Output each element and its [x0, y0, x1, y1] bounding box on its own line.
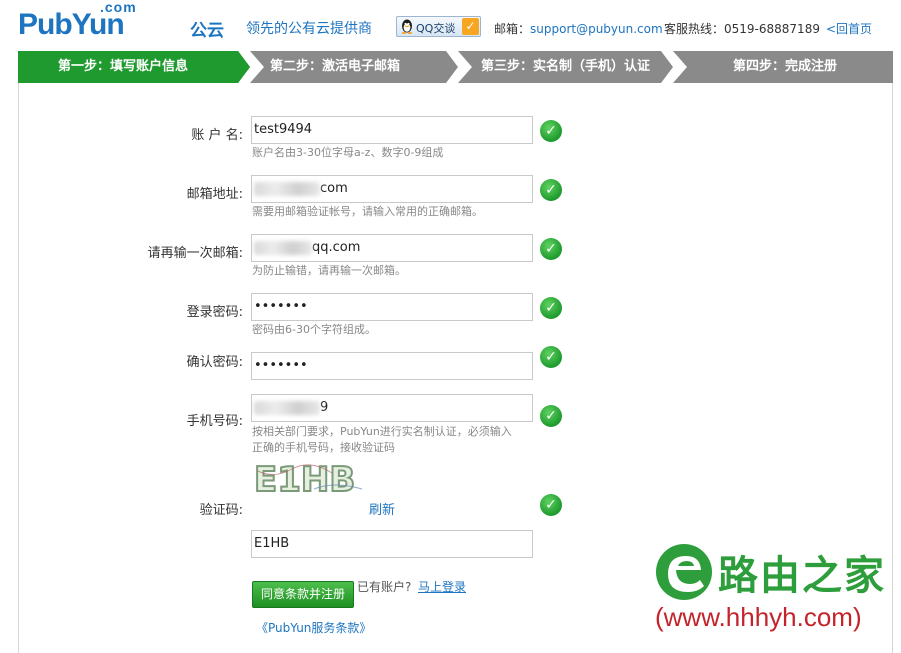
captcha-char: E1HB [254, 460, 355, 497]
phone-input[interactable]: 9 [251, 394, 533, 422]
email-confirm-label: 请再输一次邮箱: [147, 246, 243, 261]
redacted-text [254, 400, 320, 415]
account-label: 账 户 名: [191, 128, 243, 143]
check-circle-icon: ✓ [540, 346, 562, 368]
support-email-link[interactable]: support@pubyun.com [530, 22, 663, 36]
step-3: 第三步：实名制（手机）认证 [481, 59, 651, 74]
email-input[interactable]: com [251, 175, 533, 203]
step-chevron [238, 51, 264, 83]
step-2: 第二步：激活电子邮箱 [270, 59, 401, 74]
logo-chinese: 公云 [190, 21, 224, 41]
password-input[interactable]: ••••••• [251, 293, 533, 321]
step-chevron [446, 51, 472, 83]
qq-penguin-icon [401, 19, 413, 34]
login-link[interactable]: 马上登录 [418, 578, 466, 595]
captcha-refresh-link[interactable]: 刷新 [369, 499, 395, 518]
captcha-image[interactable]: E1HB [254, 459, 366, 497]
qq-chat-label: QQ交谈 [416, 22, 456, 35]
email-hint: 需要用邮箱验证帐号，请输入常用的正确邮箱。 [252, 205, 483, 218]
step-4: 第四步：完成注册 [733, 59, 838, 74]
email-contact: 邮箱：support@pubyun.com [494, 20, 663, 37]
watermark-chinese: 路由之家 [718, 553, 886, 599]
back-home[interactable]: <回首页 [826, 20, 872, 37]
slogan: 领先的公有云提供商 [246, 21, 372, 37]
phone-value-suffix: 9 [320, 400, 329, 415]
registration-steps: 第一步：填写账户信息 第二步：激活电子邮箱 第三步：实名制（手机）认证 第四步：… [18, 51, 893, 83]
phone-hint-line2: 正确的手机号码，接收验证码 [252, 441, 395, 454]
password-hint: 密码由6-30个字符组成。 [252, 323, 376, 336]
step-chevron [661, 51, 687, 83]
captcha-label: 验证码: [199, 503, 243, 518]
agree-register-button[interactable]: 同意条款并注册 [252, 581, 354, 608]
have-account-text: 已有账户? [357, 580, 412, 594]
redacted-text [254, 181, 320, 196]
email-value-suffix: com [320, 181, 348, 196]
check-icon: ✓ [462, 18, 479, 35]
qq-chat-button[interactable]: QQ交谈 ✓ [396, 16, 481, 37]
check-circle-icon: ✓ [540, 494, 562, 516]
check-circle-icon: ✓ [540, 179, 562, 201]
terms-link[interactable]: 《PubYun服务条款》 [256, 619, 371, 636]
back-home-link[interactable]: <回首页 [826, 22, 872, 36]
check-circle-icon: ✓ [540, 405, 562, 427]
watermark-url: (www.hhhyh.com) [655, 602, 862, 632]
logo-text: PubYun [18, 8, 125, 41]
password-confirm-input[interactable]: ••••••• [251, 352, 533, 380]
check-circle-icon: ✓ [540, 120, 562, 142]
hotline-label: 客服热线： [664, 22, 725, 36]
email-label: 邮箱地址: [186, 187, 243, 202]
phone-label: 手机号码: [186, 414, 243, 429]
hotline-contact: 客服热线：0519-68887189 [664, 20, 820, 37]
check-circle-icon: ✓ [540, 238, 562, 260]
check-circle-icon: ✓ [540, 297, 562, 319]
redacted-text [254, 240, 312, 255]
captcha-input[interactable]: E1HB [251, 530, 533, 558]
email-confirm-value-suffix: qq.com [312, 240, 361, 255]
email-label: 邮箱： [494, 22, 531, 36]
email-confirm-hint: 为防止输错，请再输一次邮箱。 [252, 264, 406, 277]
phone-hint-line1: 按相关部门要求，PubYun进行实名制认证，必须输入 [252, 425, 512, 438]
account-input[interactable]: test9494 [251, 116, 533, 144]
watermark-logo-icon [656, 544, 712, 600]
password-confirm-label: 确认密码: [186, 355, 243, 370]
account-hint: 账户名由3-30位字母a-z、数字0-9组成 [252, 146, 444, 159]
password-label: 登录密码: [186, 305, 243, 320]
email-confirm-input[interactable]: qq.com [251, 234, 533, 262]
hotline-number: 0519-68887189 [724, 22, 820, 36]
step-1: 第一步：填写账户信息 [58, 59, 189, 74]
